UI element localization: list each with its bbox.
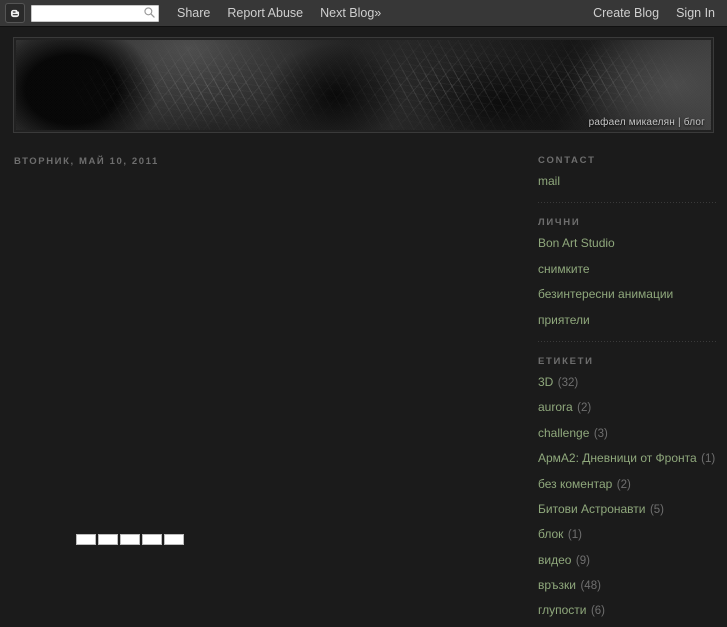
list-item: връзки (48): [538, 576, 718, 594]
sidebar-divider: [538, 202, 718, 204]
label-count: (48): [580, 580, 601, 593]
list-item: блок (1): [538, 525, 718, 543]
label-count: (9): [575, 554, 590, 567]
widget-lichni: ЛИЧНИ Bon Art Studio снимките безинтерес…: [538, 217, 718, 329]
label-count: (2): [577, 402, 592, 415]
main-column: ВТОРНИК, МАЙ 10, 2011: [14, 141, 514, 545]
label-link-vrazki[interactable]: връзки: [538, 578, 576, 592]
label-link-aurora[interactable]: aurora: [538, 400, 573, 414]
sidebar-link-bon-art-studio[interactable]: Bon Art Studio: [538, 236, 615, 250]
widget-lichni-title: ЛИЧНИ: [538, 217, 581, 229]
list-item: challenge (3): [538, 424, 718, 442]
sidebar-link-mail[interactable]: mail: [538, 174, 560, 188]
media-cell[interactable]: [164, 534, 184, 545]
list-item: безинтересни анимации: [538, 285, 718, 303]
media-cell[interactable]: [142, 534, 162, 545]
page-content: ВТОРНИК, МАЙ 10, 2011 CONTACT mail ЛИЧНИ…: [0, 141, 727, 617]
post-body: [14, 177, 514, 545]
list-item: aurora (2): [538, 398, 718, 416]
nav-share[interactable]: Share: [177, 6, 210, 20]
navbar-search[interactable]: [31, 4, 159, 23]
list-item: Bon Art Studio: [538, 234, 718, 252]
sidebar-link-bezinteresni-animacii[interactable]: безинтересни анимации: [538, 287, 673, 301]
list-item: без коментар (2): [538, 475, 718, 493]
label-count: (3): [593, 427, 608, 440]
widget-etiketi: ЕТИКЕТИ 3D (32) aurora (2) challenge (3)…: [538, 356, 718, 620]
widget-contact-title: CONTACT: [538, 155, 596, 166]
nav-report-abuse[interactable]: Report Abuse: [227, 6, 303, 20]
nav-create-blog[interactable]: Create Blog: [593, 6, 659, 20]
list-item: глупости (6): [538, 601, 718, 619]
label-link-bitovi-astronavti[interactable]: Битови Астронавти: [538, 502, 645, 516]
post-date-header: ВТОРНИК, МАЙ 10, 2011: [14, 156, 159, 167]
widget-lichni-list: Bon Art Studio снимките безинтересни ани…: [538, 234, 718, 329]
label-count: (1): [701, 453, 716, 466]
navbar-left-links: Share Report Abuse Next Blog»: [177, 6, 381, 20]
label-link-video[interactable]: видео: [538, 553, 571, 567]
sidebar: CONTACT mail ЛИЧНИ Bon Art Studio снимки…: [538, 141, 718, 627]
widget-etiketi-list: 3D (32) aurora (2) challenge (3) АрмА2: …: [538, 373, 718, 620]
media-thumbnail-strip[interactable]: [76, 534, 184, 545]
nav-next-blog[interactable]: Next Blog»: [320, 6, 381, 20]
widget-contact: CONTACT mail: [538, 155, 718, 190]
sidebar-divider: [538, 340, 718, 342]
list-item: 3D (32): [538, 373, 718, 391]
label-count: (2): [616, 478, 631, 491]
list-item: mail: [538, 172, 718, 190]
widget-etiketi-title: ЕТИКЕТИ: [538, 355, 594, 367]
media-cell[interactable]: [120, 534, 140, 545]
label-link-blok[interactable]: блок: [538, 527, 563, 541]
label-link-bez-komentar[interactable]: без коментар: [538, 477, 612, 491]
label-count: (1): [567, 529, 582, 542]
list-item: приятели: [538, 311, 718, 329]
label-count: (6): [590, 605, 606, 618]
label-count: (5): [649, 503, 664, 516]
label-link-glupost[interactable]: глупости: [538, 603, 587, 618]
list-item: Битови Астронавти (5): [538, 500, 718, 518]
list-item: АрмА2: Дневници от Фронта (1): [538, 449, 718, 467]
label-link-3d[interactable]: 3D: [538, 375, 553, 389]
nav-sign-in[interactable]: Sign In: [676, 6, 715, 20]
label-link-arma2[interactable]: АрмА2: Дневници от Фронта: [538, 451, 697, 465]
blogger-navbar: Share Report Abuse Next Blog» Create Blo…: [0, 0, 727, 27]
blog-title: рафаел микаелян | блог: [588, 117, 705, 128]
label-count: (32): [557, 376, 579, 389]
sidebar-link-snimkite[interactable]: снимките: [538, 262, 590, 276]
media-cell[interactable]: [98, 534, 118, 545]
list-item: видео (9): [538, 551, 718, 569]
navbar-right-links: Create Blog Sign In: [593, 6, 715, 20]
blog-header: рафаел микаелян | блог: [13, 37, 714, 133]
widget-contact-list: mail: [538, 172, 718, 190]
sidebar-link-priyateli[interactable]: приятели: [538, 313, 590, 327]
label-link-challenge[interactable]: challenge: [538, 426, 589, 440]
list-item: снимките: [538, 260, 718, 278]
media-cell[interactable]: [76, 534, 96, 545]
blogger-b-icon[interactable]: [5, 3, 25, 23]
search-input[interactable]: [31, 5, 159, 23]
header-banner-image: рафаел микаелян | блог: [16, 40, 711, 130]
